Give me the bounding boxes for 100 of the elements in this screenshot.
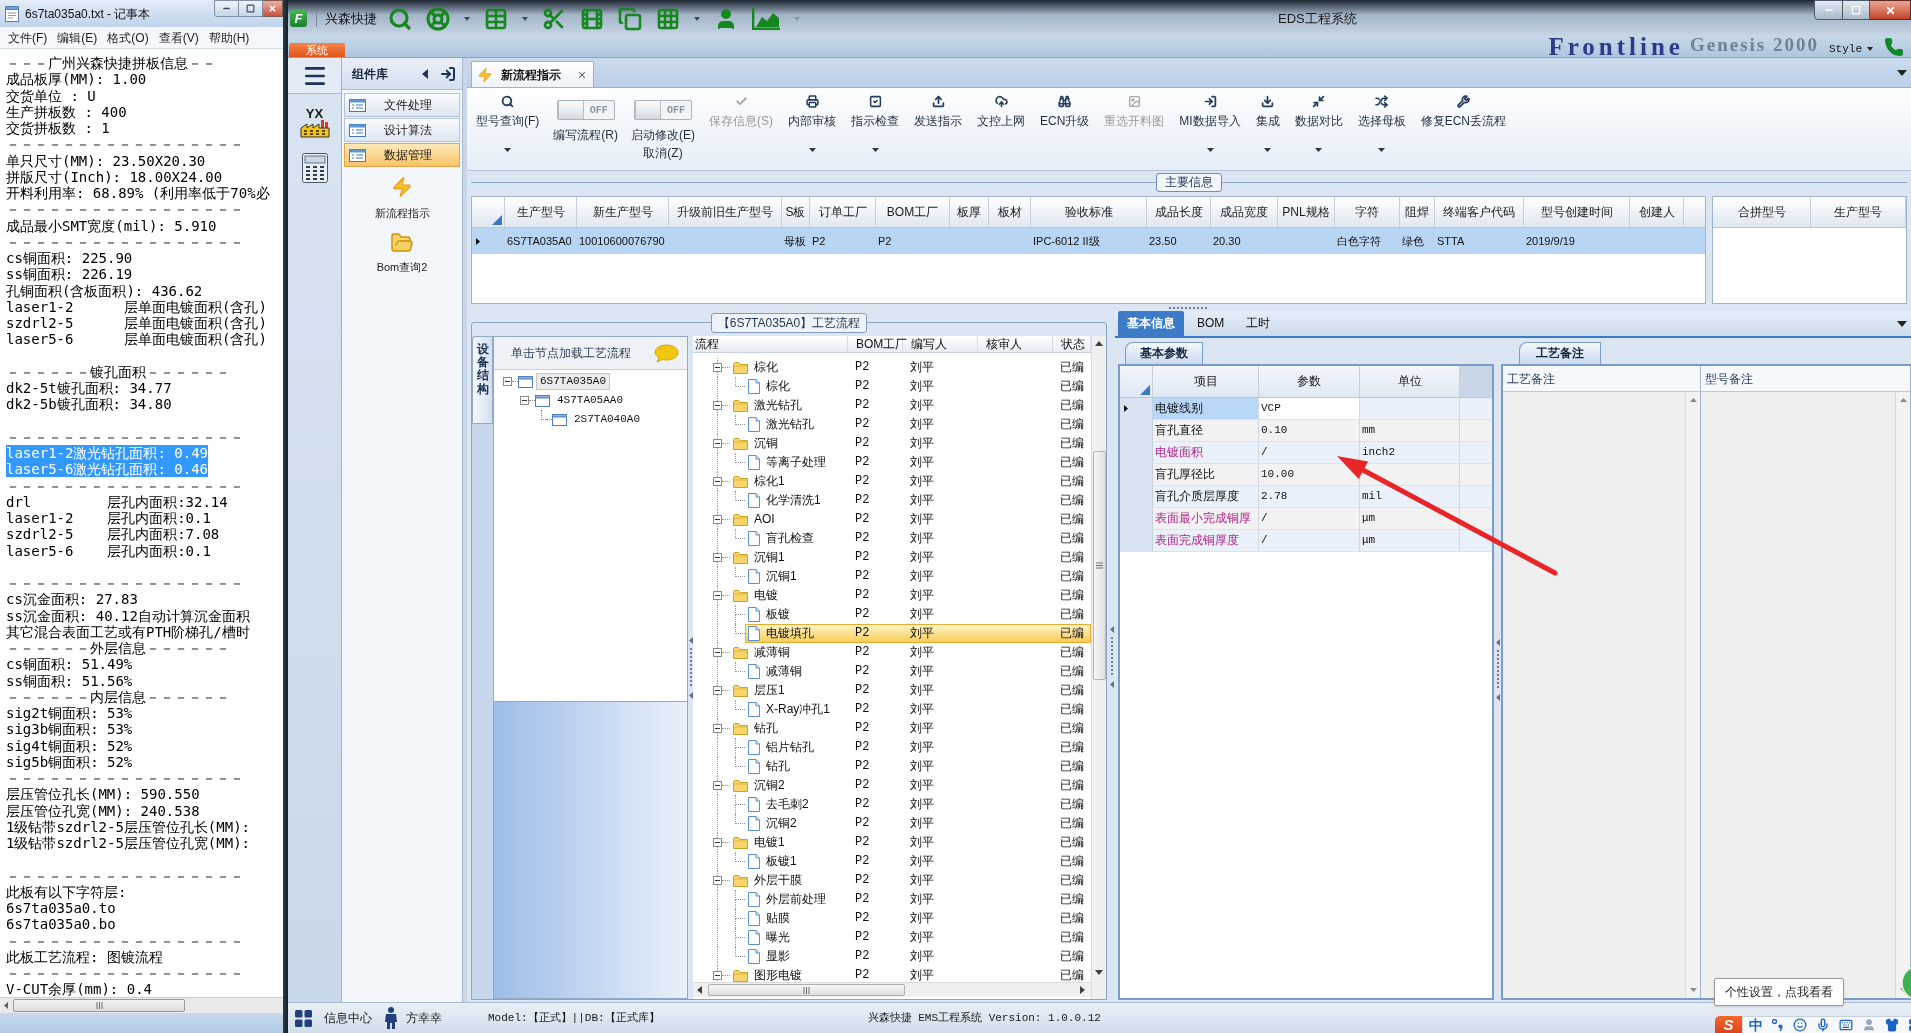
text-line: 成品板厚(MM): 1.00 [6, 71, 147, 88]
table-cell-text: P2 [854, 625, 871, 642]
step-name: 等离子处理 [766, 454, 826, 471]
step-name: 电镀1 [754, 834, 785, 851]
table-cell-text: 已编 [1059, 777, 1085, 794]
table-cell-text: 刘平 [909, 397, 935, 414]
text-line: 拼版尺寸(Inch): 18.00X24.00 [6, 168, 223, 185]
table-cell-text: 已编 [1059, 720, 1085, 737]
table-cell-text: P2 [854, 568, 871, 585]
step-name: 板镀1 [766, 853, 797, 870]
table-cell-text: 刘平 [909, 511, 935, 528]
step-name: 钻孔 [766, 758, 790, 775]
text-line: laser1-2 层孔内面积:0.1 [6, 510, 211, 526]
table-cell-text: 已编 [1059, 853, 1085, 870]
table-cell: 电镀线别 [1153, 398, 1259, 419]
table-cell-text: IPC-6012 II级 [1032, 234, 1101, 249]
table-cell-text: P2 [854, 701, 871, 718]
table-cell-text: 已编 [1059, 967, 1085, 982]
tree-hint: 单击节点加载工艺流程 [511, 345, 631, 362]
table-cell-text: 已编 [1059, 549, 1085, 566]
table-cell-text: 已编 [1059, 568, 1085, 585]
step-name: 曝光 [766, 929, 790, 946]
table-cell-text: 刘平 [909, 929, 935, 946]
step-name: 化学清洗1 [766, 492, 821, 509]
text-line: 层压管位孔长(MM): 590.550 [6, 786, 200, 803]
table-cell: / [1259, 530, 1360, 551]
table-cell-text: 已编 [1059, 929, 1085, 946]
version-info: 兴森快捷 EMS工程系统 Version: 1.0.0.12 [867, 1010, 1101, 1026]
text-line: sig4t铜面积: 52% [6, 737, 133, 754]
table-cell-text: P2 [854, 663, 871, 680]
text-line: szdrl2-5 层孔内面积:7.08 [6, 526, 220, 543]
step-name: 沉铜1 [766, 568, 797, 585]
step-name: 电镀填孔 [766, 625, 814, 642]
table-cell-text: P2 [854, 720, 871, 737]
text-line: 6s7ta035a0.to [6, 900, 116, 916]
table-cell-text: 刘平 [909, 720, 935, 737]
table-cell-text: 已编 [1059, 682, 1085, 699]
table-cell-text: P2 [854, 644, 871, 661]
window-title: 6s7ta035a0.txt - 记事本 [25, 6, 151, 21]
table-cell-text: 已编 [1059, 701, 1085, 718]
step-name: 盲孔检查 [766, 530, 814, 547]
table-cell-text: P2 [854, 359, 871, 376]
table-cell-text: 刘平 [909, 663, 935, 680]
backdrop-text: Genesis 2000 [1689, 37, 1819, 53]
text-line: sig5b铜面积: 52% [6, 753, 133, 770]
table-cell-text: P2 [854, 910, 871, 927]
text-line: 层压管位孔宽(MM): 240.538 [6, 802, 200, 819]
text-line: －－－－－－－－－－－－－－－－－ [6, 965, 244, 981]
table-cell: 电镀面积 [1153, 442, 1259, 463]
table-cell-text: 刘平 [909, 682, 935, 699]
table-cell-text: P2 [854, 777, 871, 794]
table-cell: mil [1360, 486, 1460, 507]
text-line: 交货单位 : U [6, 87, 96, 104]
step-name: 外层干膜 [754, 872, 802, 889]
table-cell-text: 刘平 [909, 967, 935, 982]
backdrop-text: Frontline [1548, 36, 1684, 57]
table-cell-text: 已编 [1059, 587, 1085, 604]
table-cell-text: P2 [854, 834, 871, 851]
step-name: 电镀 [754, 587, 778, 604]
step-name: 钻孔 [754, 720, 778, 737]
text-line: 生产拼板数 : 400 [6, 103, 127, 120]
text-line: －－－－－－－－－－－－－－－－－ [6, 428, 244, 445]
step-name: 去毛刺2 [766, 796, 809, 813]
table-cell-text: 刘平 [909, 378, 935, 395]
table-cell-text: 刘平 [909, 492, 935, 509]
step-name: 铝片钻孔 [766, 739, 814, 756]
table-cell-text: P2 [854, 397, 871, 414]
step-name: 减薄铜 [766, 663, 802, 680]
table-cell-text: 已编 [1059, 948, 1085, 965]
table-cell-text: 已编 [1059, 492, 1085, 509]
text-line: －－－－－－－－－－－－－－－－－ [6, 867, 244, 884]
table-cell-text: STTA [1436, 234, 1466, 249]
table-cell-text: 已编 [1059, 625, 1085, 642]
step-name: 沉铜 [754, 435, 778, 452]
table-cell-text: 刘平 [909, 606, 935, 623]
ime-logo: S [1715, 1016, 1742, 1033]
table-cell-text: P2 [854, 492, 871, 509]
step-name: 层压1 [754, 682, 785, 699]
window-title: EDS工程系统 [1278, 9, 1357, 28]
table-cell-text: 已编 [1059, 530, 1085, 547]
table-cell-text: P2 [854, 948, 871, 965]
table-cell-text: P2 [854, 530, 871, 547]
table-cell-text: P2 [854, 378, 871, 395]
step-name: 外层前处理 [766, 891, 826, 908]
text-line: －－－－－－－－－－－－－－－－－ [6, 201, 244, 218]
table-cell-text: 绿色 [1401, 234, 1425, 249]
table-cell-text: 已编 [1059, 473, 1085, 490]
table-cell-text: P2 [854, 549, 871, 566]
table-cell-text: 已编 [1059, 606, 1085, 623]
table-cell-text: 23.50 [1148, 234, 1178, 249]
step-name: 沉铜2 [754, 777, 785, 794]
text-line: 1级钻带szdrl2-5层压管位孔宽(MM): [6, 835, 250, 851]
step-name: 沉铜2 [766, 815, 797, 832]
table-cell: 表面最小完成铜厚 [1153, 508, 1259, 529]
table-cell-text: 刘平 [909, 758, 935, 775]
table-cell-text: 刘平 [909, 454, 935, 471]
table-cell: mm [1360, 420, 1460, 441]
table-cell-text: P2 [854, 929, 871, 946]
text-line: 此板工艺流程: 图镀流程 [6, 948, 163, 965]
table-cell-text: P2 [877, 234, 893, 249]
